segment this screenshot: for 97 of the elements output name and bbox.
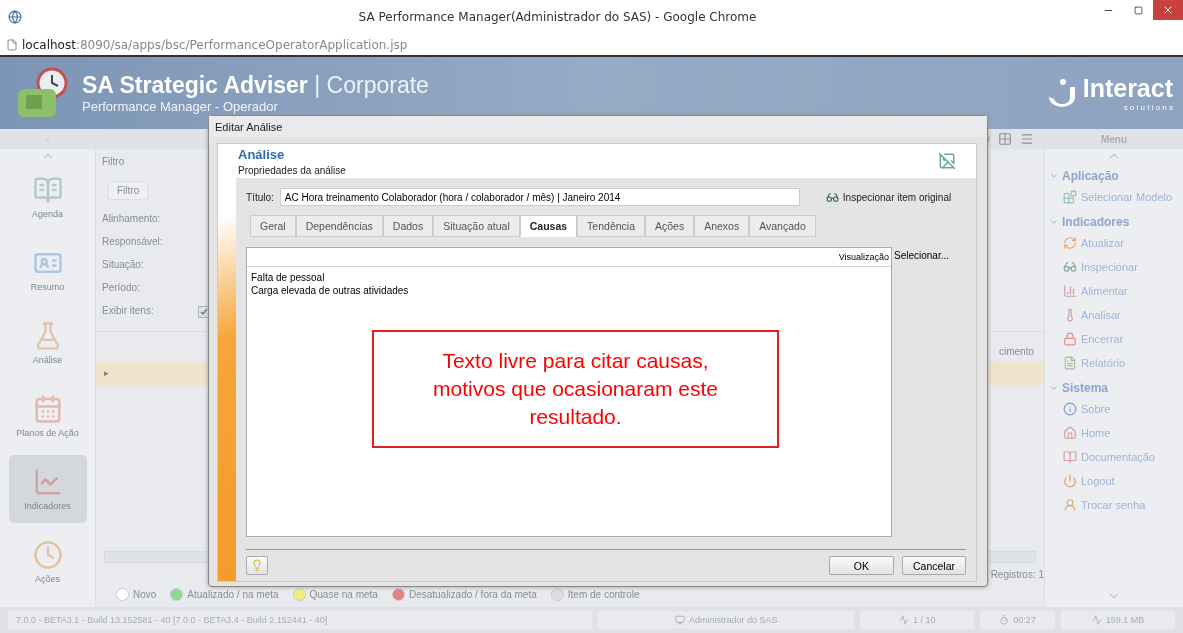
menu-section[interactable]: Aplicação — [1045, 163, 1183, 185]
brand-tagline: s o l u t i o n s — [1123, 103, 1173, 112]
session-time: 00:27 — [1013, 615, 1036, 625]
close-icon — [1162, 4, 1174, 16]
expanded-caret-icon — [1049, 171, 1059, 181]
filter-label: Exibir itens: — [102, 304, 154, 318]
dialog-tab[interactable]: Geral — [250, 215, 296, 237]
expanded-caret-icon — [1049, 383, 1059, 393]
ok-button[interactable]: OK — [828, 556, 894, 575]
editor-text-line: Falta de pessoal — [251, 271, 326, 284]
menu-item[interactable]: Home — [1045, 421, 1183, 445]
lightbulb-icon — [251, 558, 263, 571]
dialog-tab[interactable]: Dependências — [295, 215, 383, 237]
menu-item[interactable]: Alimentar — [1045, 279, 1183, 303]
menu-item[interactable]: Analisar — [1045, 303, 1183, 327]
show-items-checkbox[interactable] — [197, 305, 210, 318]
filter-label: Responsável: — [102, 235, 163, 249]
nav-item[interactable]: Indicadores — [8, 455, 87, 523]
close-button[interactable] — [1153, 0, 1183, 20]
menu-item-icon — [1063, 450, 1077, 464]
page-icon — [6, 38, 18, 51]
restore-icon — [1133, 5, 1143, 15]
menu-item-icon — [1063, 260, 1077, 274]
glasses-icon — [825, 190, 839, 204]
nav-icon — [32, 394, 63, 424]
legend-label: Desatualizado / fora da meta — [408, 589, 537, 600]
column-header: cimento — [999, 346, 1034, 357]
select-link[interactable]: Selecionar... — [892, 247, 950, 261]
menu-section[interactable]: Indicadores — [1045, 209, 1183, 231]
browser-globe-icon — [8, 10, 22, 24]
legend-label: Novo — [133, 589, 157, 600]
memory-usage: 159.1 MB — [1105, 615, 1145, 625]
nav-icon — [32, 175, 63, 205]
menu-item-icon — [1063, 332, 1077, 346]
product-subtitle: Performance Manager - Operador — [82, 99, 279, 114]
nav-item[interactable]: Planos de Ação — [8, 382, 87, 450]
dialog-tab[interactable]: Tendência — [577, 215, 645, 237]
menu-item[interactable]: Encerrar — [1045, 327, 1183, 351]
dialog-subheading: Propriedades da análise — [238, 164, 347, 176]
menu-item-icon — [1063, 356, 1077, 370]
dialog-title: Editar Análise — [209, 116, 987, 137]
dialog-tab[interactable]: Situação atual — [433, 215, 520, 237]
filter-heading: Filtro — [102, 155, 125, 169]
dialog-tab[interactable]: Ações — [645, 215, 695, 237]
nav-item[interactable]: Análise — [8, 309, 87, 377]
product-title: SA Strategic Adviser | Corporate — [82, 72, 430, 99]
dialog-heading: Análise — [238, 146, 286, 162]
menu-item[interactable]: Inspecionar — [1045, 255, 1183, 279]
dialog-tab[interactable]: Causas — [519, 215, 578, 237]
records-count: Registros: 1 — [990, 569, 1044, 580]
window-title: SA Performance Manager(Administrador do SAS) - Google Chrome — [357, 10, 758, 24]
user-icon — [674, 615, 685, 625]
legend-label: Atualizado / na meta — [187, 589, 279, 600]
nav-item[interactable]: Ações — [8, 528, 87, 596]
menu-item-icon — [1063, 426, 1077, 440]
dialog-tab[interactable]: Avançado — [749, 215, 816, 237]
menu-item[interactable]: Relatório — [1045, 351, 1183, 375]
menu-item-icon — [1063, 474, 1077, 488]
menu-item-icon — [1063, 402, 1077, 416]
timer-icon — [999, 615, 1010, 625]
filter-label: Situação: — [102, 258, 144, 272]
list-icon[interactable] — [1020, 132, 1034, 146]
menu-item-icon — [1063, 498, 1077, 512]
menu-item[interactable]: Trocar senha — [1045, 493, 1183, 517]
menu-item-icon — [1063, 190, 1077, 204]
nav-item[interactable]: Resumo — [8, 236, 87, 304]
editor-text-line: Carga elevada de outras atividades — [251, 284, 410, 297]
menu-section[interactable]: Sistema — [1045, 375, 1183, 397]
title-label: Título: — [246, 191, 274, 203]
menu-item-icon — [1063, 236, 1077, 250]
legend-label: Quase na meta — [309, 589, 378, 600]
page-counter: 1 / 10 — [913, 615, 936, 625]
filter-tab[interactable]: Filtro — [108, 181, 149, 200]
broken-image-icon — [938, 152, 956, 170]
nav-item[interactable]: Agenda — [8, 163, 87, 231]
menu-item[interactable]: Sobre — [1045, 397, 1183, 421]
menu-item[interactable]: Selecionar Modelo — [1045, 185, 1183, 209]
menu-item[interactable]: Atualizar — [1045, 231, 1183, 255]
dialog-tab[interactable]: Dados — [382, 215, 434, 237]
nav-icon — [32, 540, 63, 570]
expanded-caret-icon — [1049, 217, 1059, 227]
menu-item-icon — [1063, 284, 1077, 298]
menu-item[interactable]: Logout — [1045, 469, 1183, 493]
row-expander[interactable]: ▸ — [104, 368, 109, 378]
filter-label: Período: — [102, 281, 140, 295]
annotation-callout: Texto livre para citar causas, motivos que ocasionaram este resultado. — [372, 330, 779, 448]
preview-button[interactable]: Visualização — [838, 252, 889, 262]
brand-name: Interact — [1082, 74, 1173, 103]
grid-icon[interactable] — [998, 132, 1012, 146]
legend-label: Item de controle — [567, 589, 640, 600]
cancel-button[interactable]: Cancelar — [901, 556, 966, 575]
menu-item[interactable]: Documentação — [1045, 445, 1183, 469]
inspect-link[interactable]: Inspecionar item original — [819, 189, 958, 205]
title-input[interactable]: AC Hora treinamento Colaborador (hora / colaborador / mês) | Janeiro 2014 — [279, 188, 800, 206]
hint-button[interactable] — [246, 556, 268, 575]
filter-label: Alinhamento: — [102, 212, 161, 226]
dialog-tab[interactable]: Anexos — [694, 215, 750, 237]
